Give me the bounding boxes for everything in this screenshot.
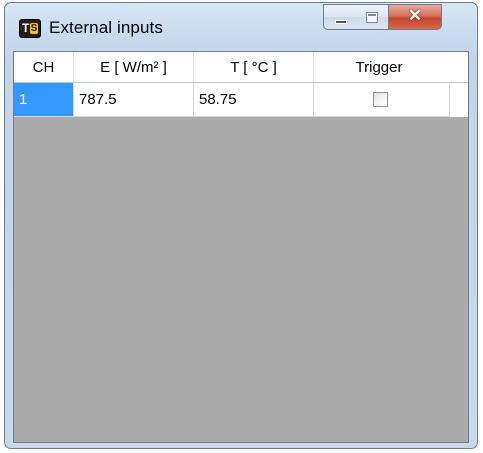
maximize-icon <box>366 12 378 23</box>
window: T S External inputs ✕ CH E [ W/m² ] T [ … <box>4 2 478 449</box>
maximize-button[interactable] <box>356 4 389 30</box>
data-grid[interactable]: CH E [ W/m² ] T [ °C ] Trigger 1 787.5 5… <box>13 51 469 443</box>
trigger-checkbox[interactable] <box>373 92 388 107</box>
title-bar[interactable]: T S External inputs ✕ <box>5 3 477 45</box>
grid-header: CH E [ W/m² ] T [ °C ] Trigger <box>14 52 468 83</box>
window-title: External inputs <box>49 18 163 37</box>
column-header-t[interactable]: T [ °C ] <box>194 52 314 82</box>
close-button[interactable]: ✕ <box>389 4 442 30</box>
table-row[interactable]: 1 787.5 58.75 <box>14 83 468 117</box>
minimize-icon <box>335 20 347 24</box>
cell-e[interactable]: 787.5 <box>74 83 194 117</box>
column-header-trigger[interactable]: Trigger <box>314 52 444 82</box>
column-header-e[interactable]: E [ W/m² ] <box>74 52 194 82</box>
column-header-ch[interactable]: CH <box>14 52 74 82</box>
close-icon: ✕ <box>407 6 423 25</box>
cell-t[interactable]: 58.75 <box>194 83 314 117</box>
cell-trigger[interactable] <box>314 83 450 117</box>
app-icon[interactable]: T S <box>19 19 41 38</box>
minimize-button[interactable] <box>323 4 357 30</box>
cell-ch[interactable]: 1 <box>14 83 74 117</box>
